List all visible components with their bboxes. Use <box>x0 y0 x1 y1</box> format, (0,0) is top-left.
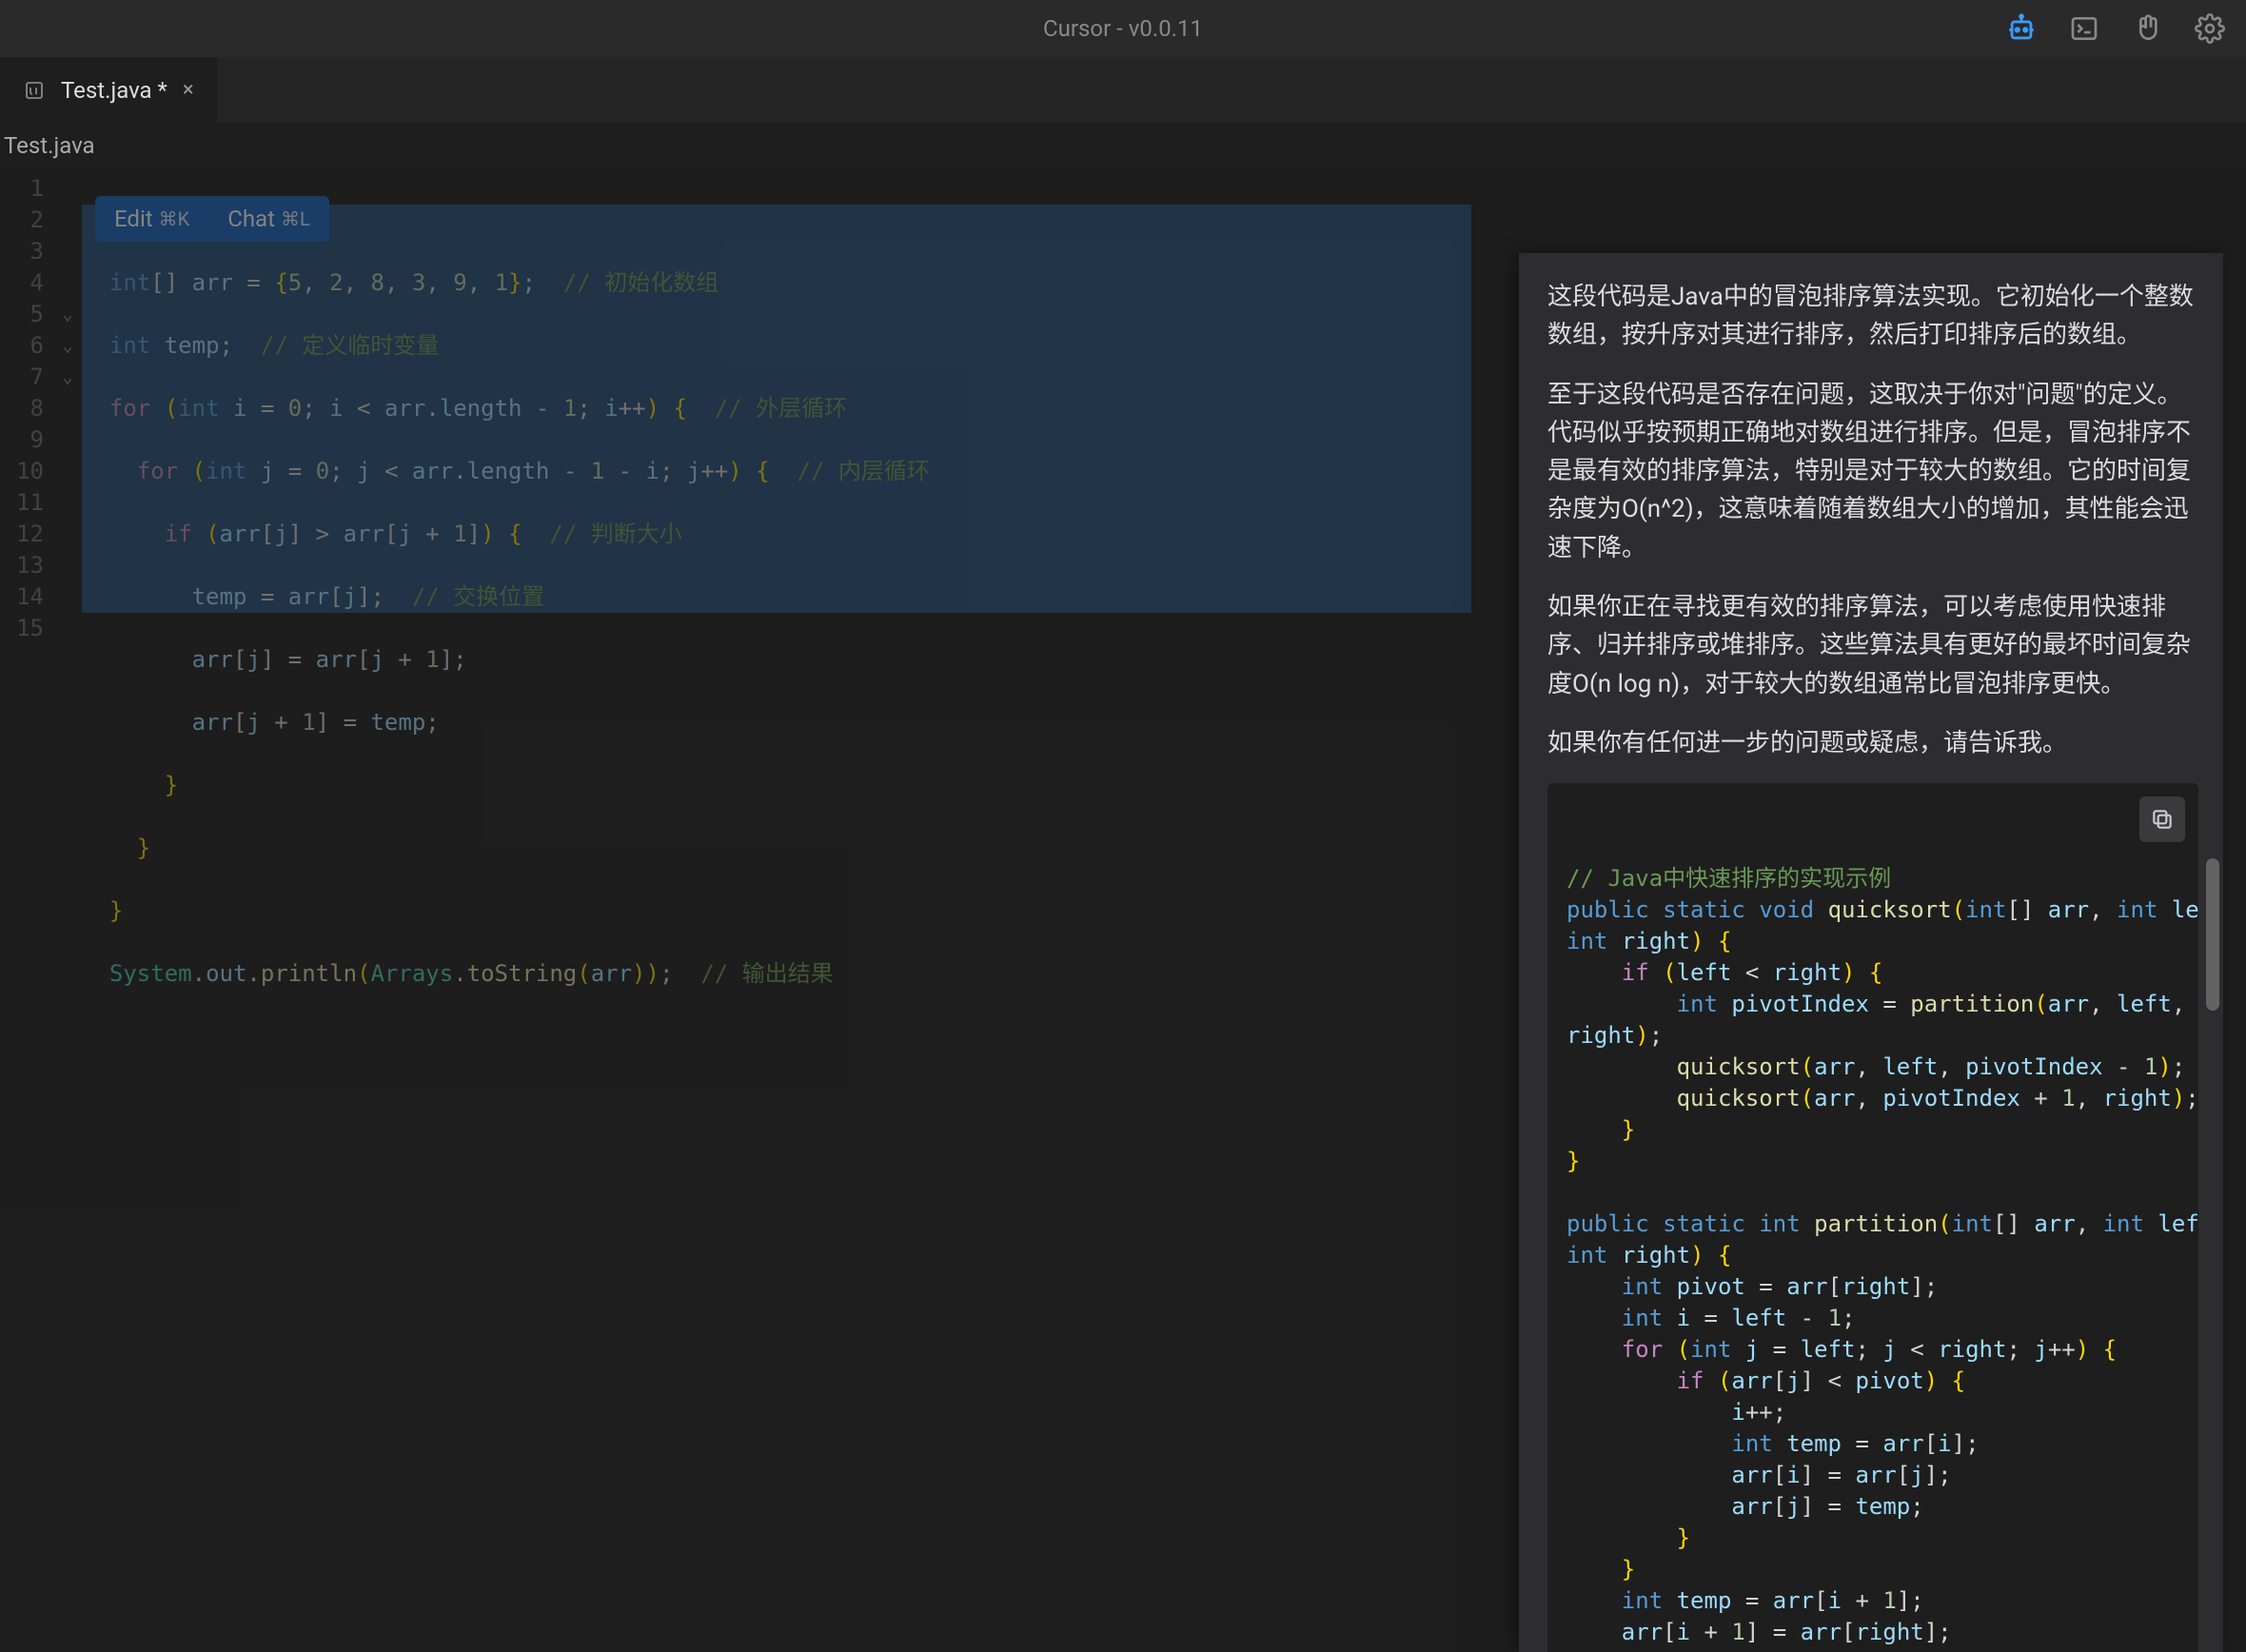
code-content[interactable]: int[] arr = {5, 2, 8, 3, 9, 1}; // 初始化数组… <box>82 167 930 1652</box>
title-bar: Cursor - v0.0.11 <box>0 0 2246 57</box>
line-number-gutter: 1234 5678 9101112 131415 <box>0 167 53 1652</box>
titlebar-icons <box>2004 11 2227 46</box>
inline-chat-button[interactable]: Chat ⌘L <box>208 196 329 242</box>
breadcrumb-item[interactable]: Test.java <box>4 132 95 159</box>
chat-code-block: // Java中快速排序的实现示例 public static void qui… <box>1547 783 2198 1652</box>
chat-paragraph: 至于这段代码是否存在问题，这取决于你对"问题"的定义。代码似乎按预期正确地对数组… <box>1547 376 2198 567</box>
wave-icon[interactable] <box>2130 11 2164 46</box>
fold-icon[interactable]: ⌄ <box>53 330 82 362</box>
inline-edit-button[interactable]: Edit ⌘K <box>95 196 208 242</box>
robot-icon[interactable] <box>2004 11 2039 46</box>
fold-icon[interactable]: ⌄ <box>53 299 82 330</box>
chat-panel: 这段代码是Java中的冒泡排序算法实现。它初始化一个整数数组，按升序对其进行排序… <box>1519 253 2223 1652</box>
chat-paragraph: 这段代码是Java中的冒泡排序算法实现。它初始化一个整数数组，按升序对其进行排序… <box>1547 278 2198 355</box>
settings-icon[interactable] <box>2193 11 2227 46</box>
inline-toolbar: Edit ⌘K Chat ⌘L <box>95 196 329 242</box>
fold-icon[interactable]: ⌄ <box>53 362 82 393</box>
java-icon <box>23 79 46 102</box>
main-area: Edit ⌘K Chat ⌘L 1234 5678 9101112 131415… <box>0 167 2246 1652</box>
breadcrumb: Test.java <box>0 124 2246 167</box>
tab-label: Test.java * <box>61 77 167 104</box>
chat-paragraph: 如果你有任何进一步的问题或疑虑，请告诉我。 <box>1547 724 2198 762</box>
tab-test-java[interactable]: Test.java * × <box>0 57 217 124</box>
copy-code-button[interactable] <box>2139 796 2185 842</box>
chat-scrollbar-thumb[interactable] <box>2206 858 2219 1011</box>
terminal-icon[interactable] <box>2067 11 2101 46</box>
tab-close-icon[interactable]: × <box>183 78 194 102</box>
chat-paragraph: 如果你正在寻找更有效的排序算法，可以考虑使用快速排序、归并排序或堆排序。这些算法… <box>1547 588 2198 703</box>
fold-gutter: ⌄ ⌄ ⌄ <box>53 167 82 1652</box>
tab-bar: Test.java * × <box>0 57 2246 124</box>
app-title: Cursor - v0.0.11 <box>1043 15 1203 42</box>
